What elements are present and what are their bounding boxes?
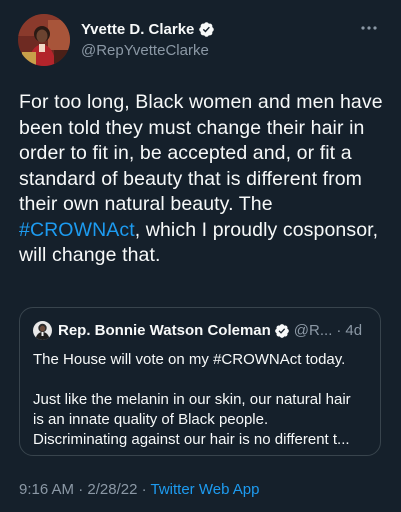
tweet-card: Yvette D. Clarke @RepYvetteClarke For to… xyxy=(0,0,401,512)
tweet-meta: 9:16 AM · 2/28/22 · Twitter Web App xyxy=(19,481,259,498)
quoted-author-handle[interactable]: @R... xyxy=(294,322,333,339)
more-options-button[interactable] xyxy=(359,18,379,38)
author-display-name[interactable]: Yvette D. Clarke xyxy=(81,21,194,38)
author-avatar[interactable] xyxy=(18,14,70,66)
tweet-time[interactable]: 9:16 AM xyxy=(19,481,74,498)
tweet-date[interactable]: 2/28/22 xyxy=(87,481,137,498)
quoted-author-avatar[interactable] xyxy=(33,321,52,340)
quoted-text-line: The House will vote on my #CROWNAct toda… xyxy=(33,351,346,368)
meta-separator: · xyxy=(137,481,151,498)
quoted-separator: · xyxy=(336,322,342,339)
quoted-text-line: is an innate quality of Black people. xyxy=(33,411,269,428)
quoted-text-spacer xyxy=(33,370,369,390)
more-horizontal-icon xyxy=(361,26,377,30)
quoted-text-line: Discriminating against our hair is no di… xyxy=(33,431,350,448)
quoted-tweet-text: The House will vote on my #CROWNAct toda… xyxy=(33,350,369,450)
author-handle[interactable]: @RepYvetteClarke xyxy=(81,42,215,59)
crownact-hashtag-link[interactable]: #CROWNAct xyxy=(19,219,135,241)
tweet-text: For too long, Black women and men have b… xyxy=(19,90,391,269)
avatar-photo-icon xyxy=(18,14,70,66)
verified-badge-icon xyxy=(198,21,215,38)
quoted-author-display-name[interactable]: Rep. Bonnie Watson Coleman xyxy=(58,322,271,339)
quoted-text-line: Just like the melanin in our skin, our n… xyxy=(33,391,351,408)
verified-badge-icon xyxy=(274,323,290,339)
tweet-source-link[interactable]: Twitter Web App xyxy=(151,481,260,498)
quoted-tweet[interactable]: Rep. Bonnie Watson Coleman @R... · 4d Th… xyxy=(19,307,381,456)
tweet-text-before: For too long, Black women and men have b… xyxy=(19,91,383,215)
name-row: Yvette D. Clarke xyxy=(81,19,215,39)
meta-separator: · xyxy=(74,481,88,498)
avatar-photo-icon xyxy=(33,321,52,340)
author-block: Yvette D. Clarke @RepYvetteClarke xyxy=(81,19,215,59)
quoted-tweet-header: Rep. Bonnie Watson Coleman @R... · 4d xyxy=(33,321,362,340)
quoted-timestamp[interactable]: 4d xyxy=(345,322,362,339)
